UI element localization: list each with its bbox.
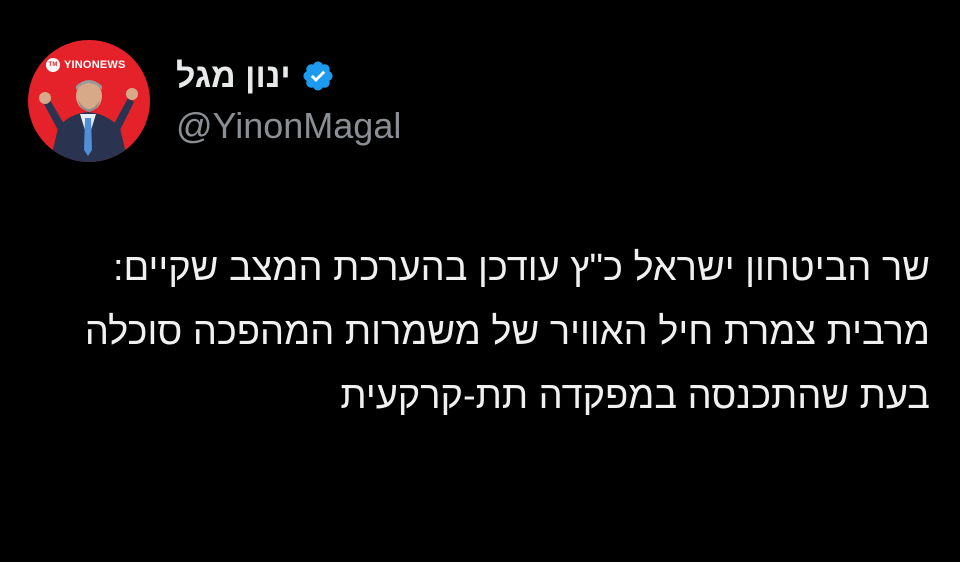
avatar-logo-badge: TM bbox=[46, 58, 60, 72]
author-info: ינון מגל @YinonMagal bbox=[176, 54, 401, 148]
tweet-header: TM YINONEWS ינון מגל @YinonMagal bbox=[28, 36, 401, 166]
display-name[interactable]: ינון מגל bbox=[176, 54, 291, 98]
tweet-text: שר הביטחון ישראל כ"ץ עודכן בהערכת המצב ש… bbox=[84, 247, 930, 417]
avatar[interactable]: TM YINONEWS bbox=[28, 40, 150, 162]
user-handle[interactable]: @YinonMagal bbox=[176, 104, 401, 148]
avatar-logo-text: YINONEWS bbox=[64, 59, 126, 71]
verified-badge-icon bbox=[301, 59, 335, 93]
avatar-logo: TM YINONEWS bbox=[46, 58, 126, 72]
display-name-row: ינון מגל bbox=[176, 54, 401, 98]
